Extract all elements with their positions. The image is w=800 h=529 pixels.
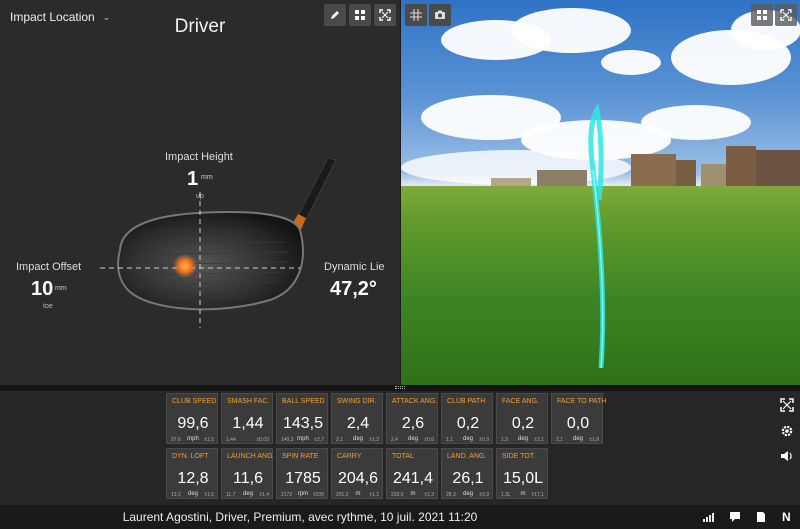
- app-root: Impact Location ⌄ Driver Impact Height 1…: [0, 0, 800, 529]
- metric-value: 1,44: [232, 415, 264, 432]
- metric-value: 15,0L: [502, 470, 544, 487]
- metric-deviation: ±0,9: [479, 437, 489, 443]
- metric-deviation: ±1,2: [369, 492, 379, 498]
- scene-layout-button[interactable]: [751, 4, 773, 26]
- metric-deviation: ±0,03: [256, 437, 269, 443]
- metric-label: FACE TO PATH: [557, 398, 607, 405]
- metric-deviation: ±1,3: [424, 492, 434, 498]
- expand-icon[interactable]: [780, 398, 794, 412]
- camera-button[interactable]: [429, 4, 451, 26]
- metric-tile[interactable]: BALL SPEED 143,5 140,3 mph ±2,7: [276, 393, 328, 444]
- metric-tile[interactable]: LAUNCH ANG. 11,6 11,7 deg ±1,4: [221, 448, 275, 499]
- metric-deviation: ±0,6: [424, 437, 434, 443]
- session-info: Laurent Agostini, Driver, Premium, avec …: [122, 510, 478, 524]
- metric-tile[interactable]: FACE TO PATH 0,0 2,1 deg ±1,8: [551, 393, 607, 444]
- metric-label: SMASH FAC.: [227, 398, 270, 405]
- metric-value: 2,4: [346, 415, 370, 432]
- metric-tile[interactable]: CARRY 204,6 201,2 m ±1,2: [331, 448, 383, 499]
- metric-deviation: ±1,2: [369, 437, 379, 443]
- metric-tile[interactable]: SMASH FAC. 1,44 1,44 ±0,03: [221, 393, 273, 444]
- metric-deviation: ±235: [312, 492, 324, 498]
- metric-deviation: ±2,7: [314, 437, 324, 443]
- grid-overlay-button[interactable]: [405, 4, 427, 26]
- fullscreen-button[interactable]: [374, 4, 396, 26]
- metric-label: BALL SPEED: [282, 398, 325, 405]
- metric-label: CLUB PATH: [447, 398, 486, 405]
- metric-label: SPIN RATE: [282, 453, 319, 460]
- metric-tile[interactable]: FACE ANG. 0,2 1,3 deg ±2,1: [496, 393, 548, 444]
- pencil-icon: [331, 11, 339, 19]
- metric-deviation: ±3,9: [479, 492, 489, 498]
- grid-layout-icon: [355, 10, 365, 20]
- metric-value: 26,1: [452, 470, 484, 487]
- metric-label: CLUB SPEED: [172, 398, 217, 405]
- metric-tile[interactable]: LAND. ANG. 26,1 28,3 deg ±3,9: [441, 448, 493, 499]
- comment-icon[interactable]: [729, 511, 741, 523]
- metric-label: LAND. ANG.: [447, 453, 487, 460]
- layout-button[interactable]: [349, 4, 371, 26]
- metric-tile[interactable]: CLUB SPEED 99,6 97,6 mph ±1,5: [166, 393, 218, 444]
- ball-trajectory: [588, 103, 606, 369]
- scene-fullscreen-button[interactable]: [775, 4, 797, 26]
- grid-layout-icon: [757, 10, 767, 20]
- expand-icon: [780, 9, 792, 21]
- metric-label: LAUNCH ANG.: [227, 453, 275, 460]
- impact-offset-value: 10: [31, 278, 54, 300]
- metric-tile[interactable]: SWING DIR. 2,4 2,1 deg ±1,2: [331, 393, 383, 444]
- metric-label: ATTACK ANG.: [392, 398, 438, 405]
- metric-deviation: ±1,5: [204, 492, 214, 498]
- metric-label: SIDE TOT.: [502, 453, 536, 460]
- resize-grip-icon[interactable]: [395, 386, 405, 389]
- metric-value: 11,6: [233, 470, 263, 487]
- chart-icon[interactable]: [703, 511, 715, 523]
- metric-value: 241,4: [392, 470, 434, 487]
- metric-deviation: ±1,5: [204, 437, 214, 443]
- impact-offset-unit: mm: [55, 285, 67, 292]
- grid-overlay-icon: [410, 9, 422, 21]
- metric-deviation: ±1,4: [259, 492, 269, 498]
- metrics-panel: CLUB SPEED 99,6 97,6 mph ±1,5 SMASH FAC. 1,44 1…: [0, 391, 800, 505]
- metric-value: 12,8: [177, 470, 209, 487]
- pencil-button[interactable]: [324, 4, 346, 26]
- metric-tile[interactable]: ATTACK ANG. 2,6 2,4 deg ±0,6: [386, 393, 438, 444]
- metric-tile[interactable]: DYN. LOFT 12,8 13,2 deg ±1,5: [166, 448, 218, 499]
- impact-offset-label: Impact Offset: [16, 261, 82, 273]
- metric-tile[interactable]: SIDE TOT. 15,0L 1,3L m ±17,1: [496, 448, 548, 499]
- metric-label: SWING DIR.: [337, 398, 377, 405]
- metric-value: 0,0: [566, 415, 590, 432]
- metric-value: 1785: [285, 470, 321, 487]
- metric-value: 2,6: [401, 415, 425, 432]
- gear-icon[interactable]: [780, 424, 794, 438]
- metric-tile[interactable]: TOTAL 241,4 233,0 m ±1,3: [386, 448, 438, 499]
- metric-deviation: ±1,8: [589, 437, 599, 443]
- metric-label: CARRY: [337, 453, 362, 460]
- camera-icon: [435, 10, 445, 19]
- impact-panel: Impact Location ⌄ Driver Impact Height 1…: [0, 0, 400, 385]
- impact-dot: [173, 254, 197, 278]
- metric-tile[interactable]: CLUB PATH 0,2 1,1 deg ±0,9: [441, 393, 493, 444]
- impact-offset-direction: toe: [43, 303, 53, 310]
- metric-value: 0,2: [511, 415, 535, 432]
- metric-value: 143,5: [282, 415, 324, 432]
- speaker-icon[interactable]: [780, 449, 794, 463]
- metric-deviation: ±2,1: [534, 437, 544, 443]
- metric-value: 204,6: [337, 470, 379, 487]
- metric-label: DYN. LOFT: [172, 453, 209, 460]
- metric-label: FACE ANG.: [502, 398, 539, 405]
- metric-value: 0,2: [456, 415, 480, 432]
- metric-label: TOTAL: [392, 453, 414, 460]
- metric-deviation: ±17,1: [531, 492, 544, 498]
- metric-tile[interactable]: SPIN RATE 1785 2172 rpm ±235: [276, 448, 328, 499]
- simulator-view: [401, 0, 800, 385]
- metric-min: 1,44: [226, 437, 236, 443]
- expand-icon: [379, 9, 391, 21]
- metric-value: 99,6: [177, 415, 209, 432]
- driver-head-graphic: [100, 157, 337, 328]
- n-button[interactable]: N: [782, 510, 791, 524]
- document-icon[interactable]: [755, 511, 767, 523]
- status-bar: Laurent Agostini, Driver, Premium, avec …: [0, 505, 800, 529]
